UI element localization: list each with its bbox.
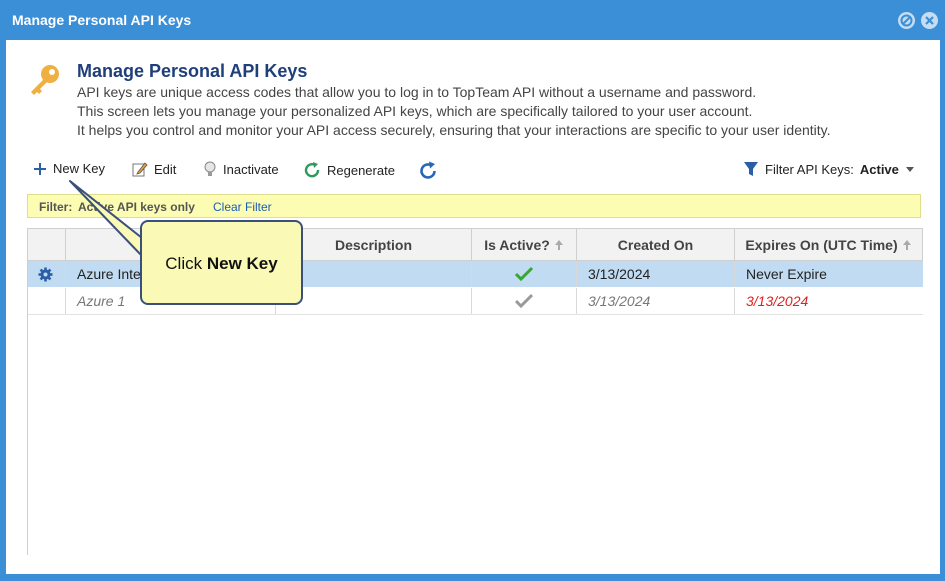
sort-arrow-icon	[554, 239, 563, 250]
caret-down-icon	[905, 167, 914, 172]
dialog-content: Manage Personal API Keys API keys are un…	[6, 40, 940, 574]
expires-on-cell: Never Expire	[746, 266, 827, 282]
created-on-cell: 3/13/2024	[577, 261, 735, 287]
callout-prefix: Click	[165, 254, 203, 273]
expires-on-cell: 3/13/2024	[746, 293, 809, 309]
callout-tooltip: Click New Key	[140, 220, 303, 305]
header-expires-on[interactable]: Expires On (UTC Time)	[735, 229, 923, 261]
header-is-active-label: Is Active?	[484, 236, 550, 253]
checkmark-icon	[515, 293, 533, 309]
header-created-on[interactable]: Created On	[577, 229, 735, 261]
window-title: Manage Personal API Keys	[12, 12, 192, 28]
header-created-on-label: Created On	[617, 236, 694, 253]
title-bar: Manage Personal API Keys	[0, 0, 945, 40]
sort-arrow-icon	[902, 239, 911, 250]
is-active-cell	[472, 288, 577, 314]
refresh-icon	[420, 161, 436, 179]
callout-seam	[142, 239, 145, 255]
created-on-cell: 3/13/2024	[577, 288, 735, 314]
minimize-icon[interactable]	[898, 12, 915, 29]
callout-target: New Key	[206, 254, 278, 273]
filter-api-keys-label: Filter API Keys:	[765, 161, 854, 177]
filter-api-keys-value: Active	[859, 161, 899, 177]
refresh-button[interactable]	[418, 161, 438, 181]
close-icon[interactable]	[921, 12, 938, 29]
dialog-window: Manage Personal API Keys Manage Personal…	[0, 0, 945, 581]
callout-text: Click New Key	[142, 254, 301, 274]
funnel-icon	[744, 162, 758, 176]
header-is-active[interactable]: Is Active?	[472, 229, 577, 261]
header-expires-on-label: Expires On (UTC Time)	[745, 236, 898, 253]
filter-api-keys-dropdown[interactable]: Filter API Keys: Active	[743, 161, 915, 177]
checkmark-icon	[515, 266, 533, 282]
is-active-cell	[472, 261, 577, 287]
